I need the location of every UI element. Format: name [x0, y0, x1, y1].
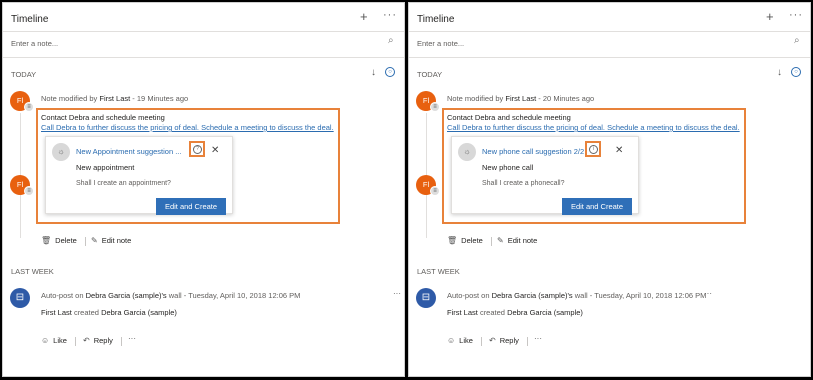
post-wall: Debra Garcia (sample)'s: [491, 291, 573, 300]
activity-header: Note modified by First Last - 20 Minutes…: [447, 94, 595, 103]
activity-subject: Contact Debra and schedule meeting: [41, 113, 165, 122]
post-body: First Last created Debra Garcia (sample): [447, 308, 583, 317]
divider: [409, 31, 810, 32]
section-today: TODAY: [11, 70, 37, 79]
divider: [3, 57, 404, 58]
note-badge-icon: ≡: [24, 102, 34, 112]
sort-down-icon[interactable]: ↓: [777, 67, 782, 78]
post-body: First Last created Debra Garcia (sample): [41, 308, 177, 317]
paperclip-icon[interactable]: ⌕: [794, 35, 800, 46]
activity-body[interactable]: Call Debra to further discuss the pricin…: [447, 123, 740, 132]
edit-and-create-button[interactable]: Edit and Create: [156, 198, 226, 215]
like-button[interactable]: ☺ Like: [41, 336, 67, 345]
delete-button[interactable]: 🗑 Delete: [41, 236, 77, 245]
add-icon[interactable]: +: [766, 9, 774, 24]
post-icon: ⊟: [416, 288, 436, 308]
divider: [409, 57, 810, 58]
activity-author: First Last: [99, 94, 131, 103]
divider: [491, 237, 492, 246]
suggestion-question: Shall I create a phonecall?: [482, 180, 565, 187]
divider: [481, 337, 482, 346]
divider: [75, 337, 76, 346]
suggestion-card: ☼ New phone call suggestion 2/2 i ✕ New …: [451, 136, 639, 215]
more-icon[interactable]: ···: [128, 334, 136, 343]
post-time: Tuesday, April 10, 2018 12:06 PM: [594, 291, 707, 300]
lightbulb-icon: ☼: [52, 143, 70, 161]
suggestion-title[interactable]: New phone call suggestion 2/2: [482, 147, 584, 156]
activity-time: 20 Minutes ago: [542, 94, 595, 103]
note-input[interactable]: Enter a note...: [417, 39, 464, 48]
suggestion-card: ☼ New Appointment suggestion ... ? ✕ New…: [45, 136, 233, 215]
sort-down-icon[interactable]: ↓: [371, 67, 376, 78]
more-icon[interactable]: ···: [383, 9, 397, 21]
section-last-week: LAST WEEK: [417, 267, 460, 276]
more-icon[interactable]: ···: [393, 289, 401, 298]
timeline-title: Timeline: [417, 14, 455, 25]
note-badge-icon: ≡: [430, 186, 440, 196]
divider: [85, 237, 86, 246]
edit-and-create-button[interactable]: Edit and Create: [562, 198, 632, 215]
post-icon: ⊟: [10, 288, 30, 308]
filter-icon[interactable]: ○: [385, 67, 395, 77]
delete-button[interactable]: 🗑 Delete: [447, 236, 483, 245]
info-highlight: ?: [189, 141, 205, 157]
activity-header: Note modified by First Last - 19 Minutes…: [41, 94, 189, 103]
section-today: TODAY: [417, 70, 443, 79]
like-icon: ☺: [41, 336, 50, 345]
timeline-panel-1: Timeline + ··· Enter a note... ⌕ TODAY ↓…: [2, 2, 405, 377]
info-highlight: i: [585, 141, 601, 157]
like-icon: ☺: [447, 336, 456, 345]
divider: [121, 337, 122, 346]
filter-icon[interactable]: ○: [791, 67, 801, 77]
lightbulb-icon: ☼: [458, 143, 476, 161]
trash-icon: 🗑: [447, 236, 458, 245]
suggestion-subtitle: New phone call: [482, 163, 534, 172]
note-badge-icon: ≡: [430, 102, 440, 112]
add-icon[interactable]: +: [360, 9, 368, 24]
note-input[interactable]: Enter a note...: [11, 39, 58, 48]
paperclip-icon[interactable]: ⌕: [388, 35, 394, 46]
more-icon[interactable]: ···: [704, 289, 712, 298]
post-header: Auto-post on Debra Garcia (sample)'s wal…: [447, 291, 707, 300]
section-last-week: LAST WEEK: [11, 267, 54, 276]
edit-note-button[interactable]: ✎ Edit note: [497, 236, 537, 245]
info-icon[interactable]: ?: [193, 145, 202, 154]
reply-button[interactable]: ↶ Reply: [83, 336, 113, 345]
divider: [3, 31, 404, 32]
reply-icon: ↶: [83, 336, 90, 345]
post-time: Tuesday, April 10, 2018 12:06 PM: [188, 291, 301, 300]
timeline-panel-2: Timeline + ··· Enter a note... ⌕ TODAY ↓…: [408, 2, 811, 377]
pencil-icon: ✎: [91, 236, 98, 245]
note-badge-icon: ≡: [24, 186, 34, 196]
timeline-title: Timeline: [11, 14, 49, 25]
close-icon[interactable]: ✕: [615, 145, 623, 156]
pencil-icon: ✎: [497, 236, 504, 245]
edit-note-button[interactable]: ✎ Edit note: [91, 236, 131, 245]
reply-icon: ↶: [489, 336, 496, 345]
divider: [527, 337, 528, 346]
more-icon[interactable]: ···: [534, 334, 542, 343]
info-icon[interactable]: i: [589, 145, 598, 154]
like-button[interactable]: ☺ Like: [447, 336, 473, 345]
activity-body[interactable]: Call Debra to further discuss the pricin…: [41, 123, 334, 132]
more-icon[interactable]: ···: [789, 9, 803, 21]
close-icon[interactable]: ✕: [211, 145, 219, 156]
activity-subject: Contact Debra and schedule meeting: [447, 113, 571, 122]
activity-time: 19 Minutes ago: [136, 94, 189, 103]
activity-author: First Last: [505, 94, 537, 103]
post-wall: Debra Garcia (sample)'s: [85, 291, 167, 300]
trash-icon: 🗑: [41, 236, 52, 245]
suggestion-title[interactable]: New Appointment suggestion ...: [76, 147, 181, 156]
reply-button[interactable]: ↶ Reply: [489, 336, 519, 345]
suggestion-subtitle: New appointment: [76, 163, 135, 172]
suggestion-question: Shall I create an appointment?: [76, 180, 171, 187]
post-header: Auto-post on Debra Garcia (sample)'s wal…: [41, 291, 301, 300]
